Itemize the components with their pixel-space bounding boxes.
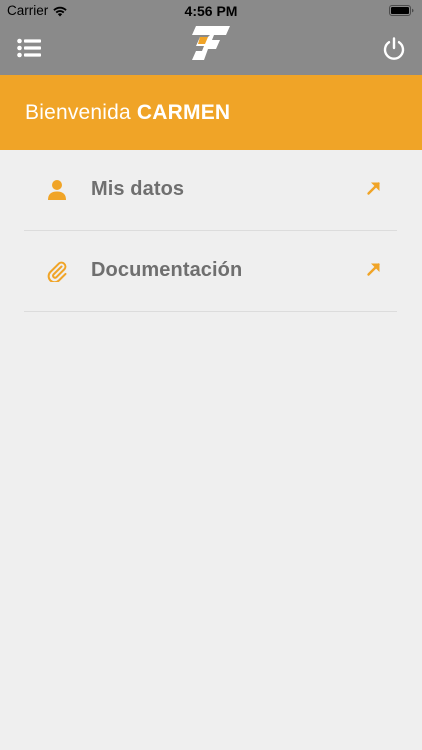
welcome-text: Bienvenida CARMEN <box>25 101 230 125</box>
paperclip-icon <box>47 261 67 282</box>
menu-item-label: Mis datos <box>91 178 185 200</box>
navigation-bar <box>0 22 422 75</box>
company-logo <box>192 26 230 60</box>
arrow-up-right-icon <box>367 182 380 195</box>
top-bar: Carrier 4:56 PM <box>0 0 422 75</box>
menu-item-label: Documentación <box>91 259 243 281</box>
arrow-up-right-icon <box>367 263 380 276</box>
welcome-banner: Bienvenida CARMEN <box>0 75 422 150</box>
welcome-user-name: CARMEN <box>136 100 231 124</box>
status-time: 4:56 PM <box>184 3 238 19</box>
status-bar: Carrier 4:56 PM <box>0 0 422 22</box>
menu-item-documentacion[interactable]: Documentación <box>24 231 397 312</box>
battery-icon <box>389 5 414 16</box>
app-screen: Carrier 4:56 PM Bienvenida CARMEN Mis da… <box>0 0 422 750</box>
welcome-greeting: Bienvenida <box>25 100 131 124</box>
menu-item-mis-datos[interactable]: Mis datos <box>24 150 397 231</box>
power-icon[interactable] <box>382 37 406 61</box>
user-icon <box>48 180 66 200</box>
menu-list: Mis datos Documentación <box>24 150 397 312</box>
list-menu-icon[interactable] <box>17 38 41 58</box>
